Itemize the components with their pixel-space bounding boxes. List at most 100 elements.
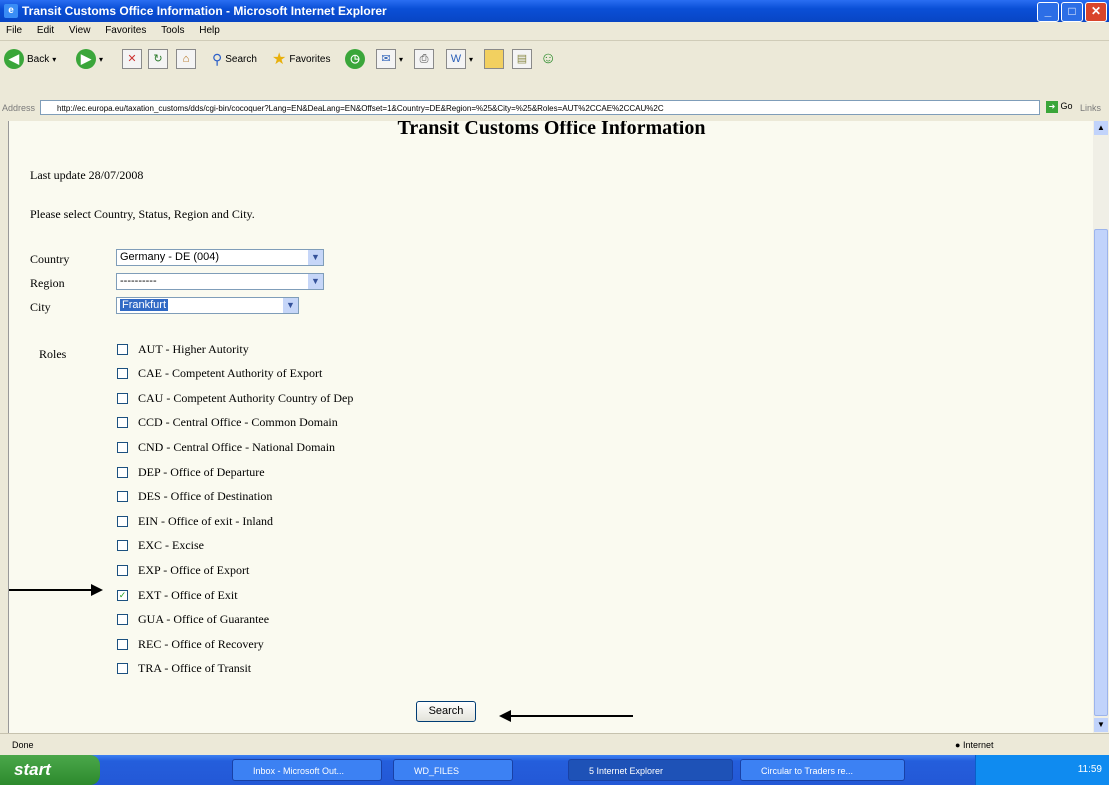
menu-view[interactable]: View: [69, 25, 91, 36]
ie-icon: e: [4, 4, 18, 18]
role-option[interactable]: CCD - Central Office - Common Domain: [117, 413, 338, 433]
search-button-toolbar[interactable]: ⚲ Search: [212, 47, 257, 71]
role-option[interactable]: TRA - Office of Transit: [117, 659, 251, 679]
city-select[interactable]: Frankfurt ▼: [116, 297, 299, 314]
role-checkbox[interactable]: [117, 441, 128, 453]
print-button[interactable]: ⎙: [414, 47, 434, 71]
role-option[interactable]: DEP - Office of Departure: [117, 462, 265, 482]
role-checkbox[interactable]: [117, 540, 128, 552]
history-button[interactable]: ◷: [345, 47, 365, 71]
role-checkbox[interactable]: [117, 663, 128, 675]
region-select[interactable]: ---------- ▼: [116, 273, 324, 290]
task-circular[interactable]: Circular to Traders re...: [740, 759, 905, 781]
forward-arrow-icon: ▶: [76, 49, 96, 69]
home-button[interactable]: ⌂: [176, 47, 196, 71]
task-internet-explorer[interactable]: 5 Internet Explorer: [568, 759, 733, 781]
menu-tools[interactable]: Tools: [161, 25, 184, 36]
refresh-icon: ↻: [148, 49, 168, 69]
role-checkbox[interactable]: [117, 417, 128, 429]
role-label: CND - Central Office - National Domain: [138, 439, 336, 454]
search-icon: ⚲: [212, 50, 223, 67]
role-option[interactable]: CND - Central Office - National Domain: [117, 437, 335, 457]
roles-label: Roles: [39, 347, 67, 361]
back-button[interactable]: ◀ Back ▾: [4, 47, 56, 71]
favorites-button[interactable]: ★ Favorites: [272, 47, 330, 71]
chevron-down-icon: ▼: [308, 250, 323, 265]
edit-button[interactable]: W ▾: [446, 47, 473, 71]
role-checkbox[interactable]: [117, 564, 128, 576]
role-label: DEP - Office of Departure: [138, 464, 265, 479]
role-label: CCD - Central Office - Common Domain: [138, 415, 338, 430]
task-wd-files[interactable]: WD_FILES: [393, 759, 513, 781]
role-label: EXP - Office of Export: [138, 562, 250, 577]
address-label: Address: [2, 103, 36, 113]
role-checkbox[interactable]: ✓: [117, 589, 128, 601]
status-bar: Done ● Internet: [0, 733, 1109, 756]
role-checkbox[interactable]: [117, 614, 128, 626]
links-button[interactable]: Links: [1080, 103, 1101, 113]
role-checkbox[interactable]: [117, 515, 128, 527]
vertical-scrollbar[interactable]: ▲ ▼: [1093, 121, 1109, 733]
address-input[interactable]: http://ec.europa.eu/taxation_customs/dds…: [40, 100, 1040, 115]
chevron-down-icon: ▼: [283, 298, 298, 313]
role-option[interactable]: GUA - Office of Guarantee: [117, 610, 269, 630]
role-label: TRA - Office of Transit: [138, 661, 252, 676]
close-button[interactable]: ✕: [1085, 2, 1107, 22]
city-label: City: [30, 300, 51, 314]
title-bar[interactable]: e Transit Customs Office Information - M…: [0, 0, 1109, 22]
messenger-button[interactable]: ☺: [540, 47, 556, 71]
role-label: CAU - Competent Authority Country of Dep: [138, 390, 354, 405]
start-button[interactable]: start: [0, 755, 100, 785]
history-icon: ◷: [345, 49, 365, 69]
role-checkbox[interactable]: [117, 466, 128, 478]
role-checkbox[interactable]: [117, 392, 128, 404]
role-checkbox[interactable]: [117, 491, 128, 503]
role-checkbox[interactable]: [117, 343, 128, 355]
role-option[interactable]: EXC - Excise: [117, 536, 204, 556]
refresh-button[interactable]: ↻: [148, 47, 168, 71]
menu-file[interactable]: File: [6, 25, 22, 36]
scroll-thumb[interactable]: [1094, 229, 1108, 716]
role-option[interactable]: AUT - Higher Autority: [117, 339, 249, 359]
scroll-up-icon[interactable]: ▲: [1094, 121, 1108, 135]
role-option[interactable]: CAU - Competent Authority Country of Dep: [117, 388, 353, 408]
last-update: Last update 28/07/2008: [30, 168, 144, 182]
menu-help[interactable]: Help: [199, 25, 220, 36]
menu-favorites[interactable]: Favorites: [105, 25, 146, 36]
folder-icon: [484, 49, 504, 69]
security-zone: ● Internet: [955, 740, 994, 750]
menu-edit[interactable]: Edit: [37, 25, 54, 36]
role-label: EXC - Excise: [138, 538, 204, 553]
mail-button[interactable]: ✉ ▾: [376, 47, 403, 71]
star-icon: ★: [272, 51, 287, 68]
role-option[interactable]: CAE - Competent Authority of Export: [117, 364, 322, 384]
maximize-button[interactable]: □: [1061, 2, 1083, 22]
stop-button[interactable]: ✕: [122, 47, 142, 71]
role-label: AUT - Higher Autority: [138, 341, 249, 356]
role-label: EIN - Office of exit - Inland: [138, 513, 274, 528]
folder-button[interactable]: [484, 47, 504, 71]
system-tray: 11:59: [975, 755, 1109, 785]
minimize-button[interactable]: _: [1037, 2, 1059, 22]
role-option[interactable]: DES - Office of Destination: [117, 487, 272, 507]
messenger-icon: ☺: [540, 50, 557, 67]
role-option[interactable]: ✓ EXT - Office of Exit: [117, 585, 238, 605]
role-label: CAE - Competent Authority of Export: [138, 366, 323, 381]
go-arrow-icon: ➜: [1046, 101, 1058, 113]
country-select[interactable]: Germany - DE (004) ▼: [116, 249, 324, 266]
country-label: Country: [30, 252, 70, 266]
research-button[interactable]: ▤: [512, 47, 532, 71]
scroll-down-icon[interactable]: ▼: [1094, 718, 1108, 732]
role-option[interactable]: EXP - Office of Export: [117, 560, 249, 580]
back-arrow-icon: ◀: [4, 49, 24, 69]
role-checkbox[interactable]: [117, 368, 128, 380]
forward-button[interactable]: ▶ ▾: [76, 47, 103, 71]
role-checkbox[interactable]: [117, 638, 128, 650]
task-outlook[interactable]: Inbox - Microsoft Out...: [232, 759, 382, 781]
status-text: Done: [12, 740, 34, 750]
go-button[interactable]: ➜ Go: [1046, 101, 1073, 113]
role-option[interactable]: EIN - Office of exit - Inland: [117, 511, 273, 531]
search-button[interactable]: Search: [416, 701, 476, 722]
role-option[interactable]: REC - Office of Recovery: [117, 634, 264, 654]
research-icon: ▤: [512, 49, 532, 69]
